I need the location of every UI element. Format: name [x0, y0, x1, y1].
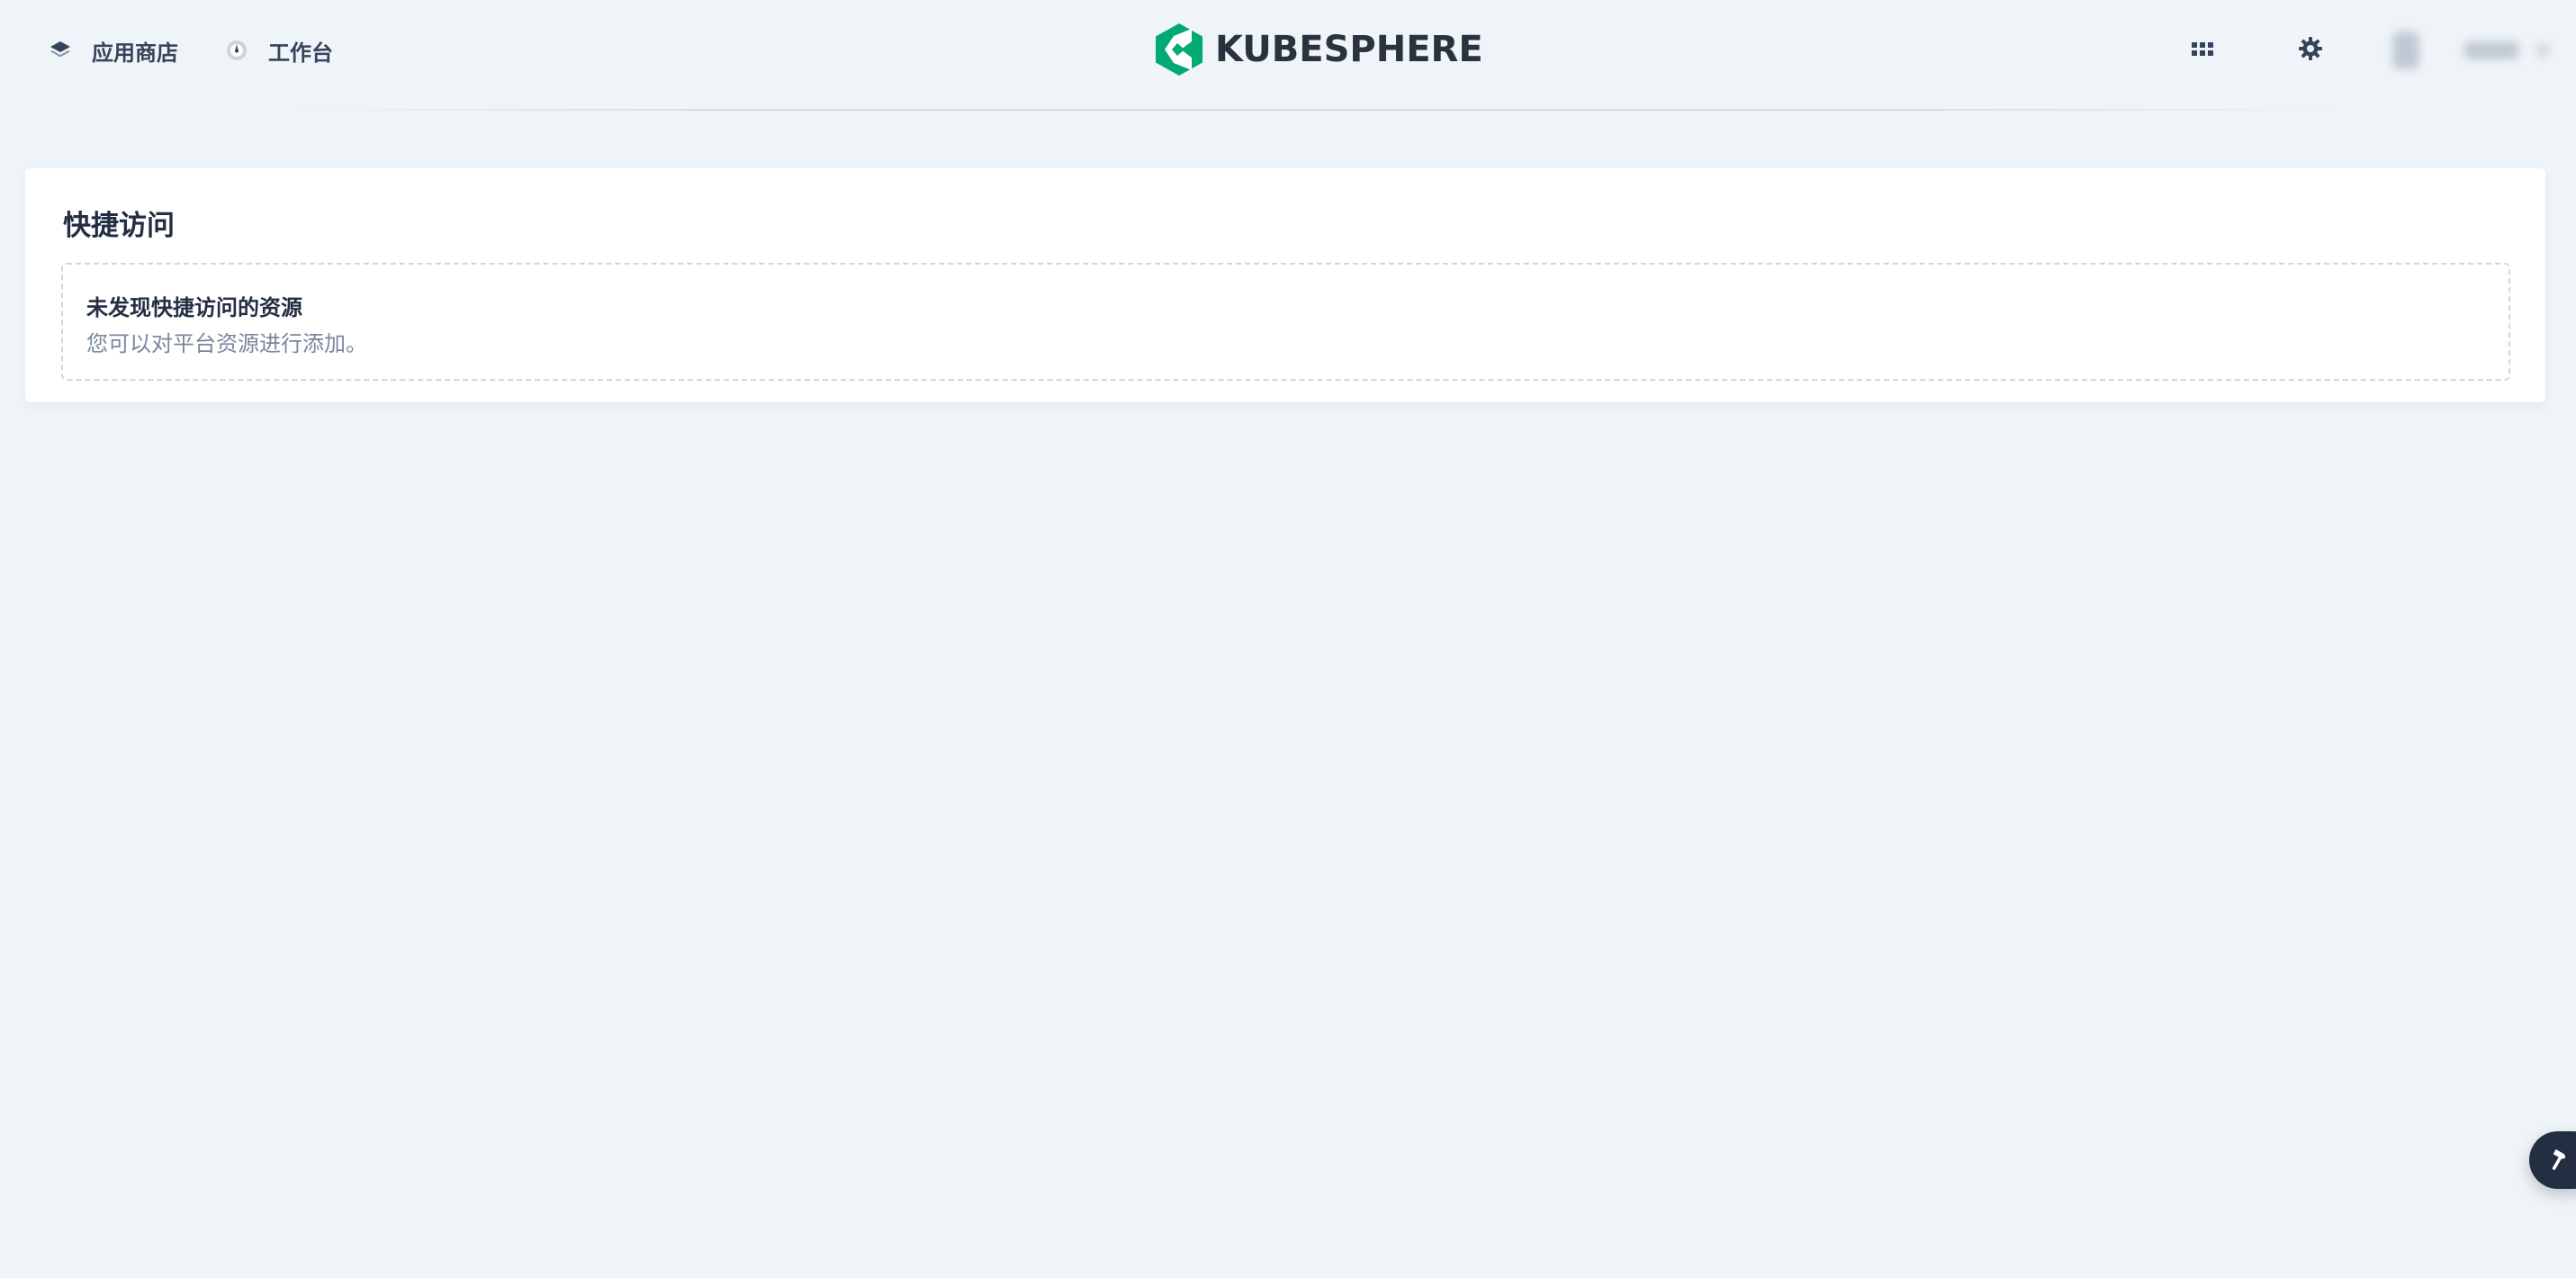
quick-access-title: 快捷访问: [63, 210, 175, 242]
gear-icon: [2298, 36, 2323, 65]
nav-app-store[interactable]: 应用商店: [47, 35, 178, 67]
nav-app-store-label: 应用商店: [92, 40, 178, 66]
nav-left: 应用商店 工作台: [47, 32, 378, 68]
empty-state-title: 未发现快捷访问的资源: [86, 295, 302, 320]
avatar: [2392, 32, 2419, 69]
logo-text: KUBESPHERE: [1215, 29, 1483, 70]
nav-workbench[interactable]: 工作台: [223, 35, 333, 67]
kubesphere-logo-icon: [1156, 23, 1202, 76]
user-menu[interactable]: [2392, 27, 2549, 74]
kubesphere-logo[interactable]: KUBESPHERE: [1156, 23, 1483, 76]
layers-icon: [47, 37, 74, 64]
grid-apps-icon: [2192, 40, 2213, 60]
dashboard-icon: [223, 37, 250, 64]
empty-state-description: 您可以对平台资源进行添加。: [86, 331, 367, 356]
header-divider: [284, 109, 2346, 111]
user-name: [2464, 41, 2518, 59]
settings-button[interactable]: [2288, 27, 2333, 74]
hammer-icon: [2544, 1146, 2572, 1174]
chevron-down-icon: [2536, 44, 2549, 57]
top-navbar: 应用商店 工作台 KUBESPHERE: [0, 0, 2576, 101]
toolbox-button[interactable]: [2529, 1131, 2576, 1189]
quick-access-card: 快捷访问 未发现快捷访问的资源 您可以对平台资源进行添加。: [25, 168, 2545, 402]
app-launcher-button[interactable]: [2180, 27, 2225, 74]
nav-workbench-label: 工作台: [268, 40, 333, 66]
quick-access-empty-state: 未发现快捷访问的资源 您可以对平台资源进行添加。: [61, 263, 2510, 381]
